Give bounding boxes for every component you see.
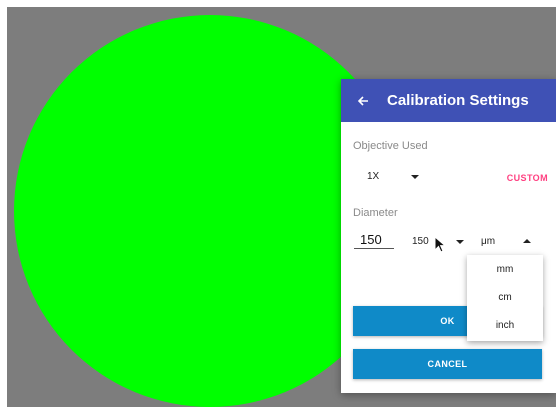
unit-option-mm[interactable]: mm [467,255,543,283]
back-arrow-icon [357,95,368,106]
unit-option-cm[interactable]: cm [467,283,543,311]
diameter-label: Diameter [353,207,398,219]
dialog-header: Calibration Settings [341,79,556,122]
objective-select-value: 1X [367,171,380,182]
mouse-pointer-icon [434,236,447,253]
dialog-title: Calibration Settings [387,92,529,109]
objective-select[interactable]: 1X [367,169,423,185]
objective-label: Objective Used [353,140,428,152]
unit-option-inch[interactable]: inch [467,311,543,339]
diameter-preset-value: 150 [412,236,429,247]
unit-dropdown-menu: mm cm inch [467,255,543,341]
custom-button[interactable]: CUSTOM [507,173,548,183]
unit-select[interactable]: μm [481,234,533,250]
diameter-input[interactable] [354,230,394,249]
back-button[interactable] [341,79,385,122]
calibration-dialog: Calibration Settings Objective Used 1X C… [341,79,556,393]
caret-down-icon [456,240,464,244]
caret-down-icon [411,175,419,179]
caret-up-icon [523,239,531,243]
unit-select-value: μm [481,236,496,247]
cancel-button[interactable]: CANCEL [353,349,542,379]
